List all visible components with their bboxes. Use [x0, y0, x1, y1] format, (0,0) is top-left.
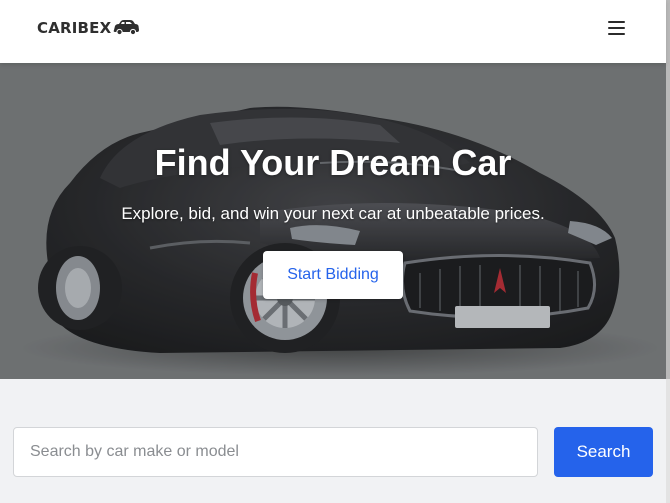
hero-title: Find Your Dream Car — [154, 142, 512, 183]
start-bidding-button[interactable]: Start Bidding — [263, 251, 403, 299]
search-input[interactable] — [13, 427, 538, 477]
brand-logo[interactable]: CARIBEX — [37, 19, 140, 37]
search-button[interactable]: Search — [554, 427, 653, 477]
menu-bar-bottom — [608, 33, 625, 35]
navbar: CARIBEX — [0, 0, 666, 63]
scrollbar[interactable] — [666, 0, 670, 503]
menu-bar-top — [608, 21, 625, 23]
hamburger-menu-icon[interactable] — [606, 18, 628, 38]
hero-section: Find Your Dream Car Explore, bid, and wi… — [0, 63, 666, 379]
brand-name: CARIBEX — [37, 19, 112, 37]
menu-bar-middle — [608, 27, 625, 29]
page: CARIBEX Find Your Dream Car Explore, bid… — [0, 0, 670, 503]
hero-subtitle: Explore, bid, and win your next car at u… — [121, 204, 545, 223]
search-bar: Search — [13, 427, 653, 477]
car-icon — [114, 20, 140, 36]
scrollbar-thumb[interactable] — [666, 0, 670, 379]
